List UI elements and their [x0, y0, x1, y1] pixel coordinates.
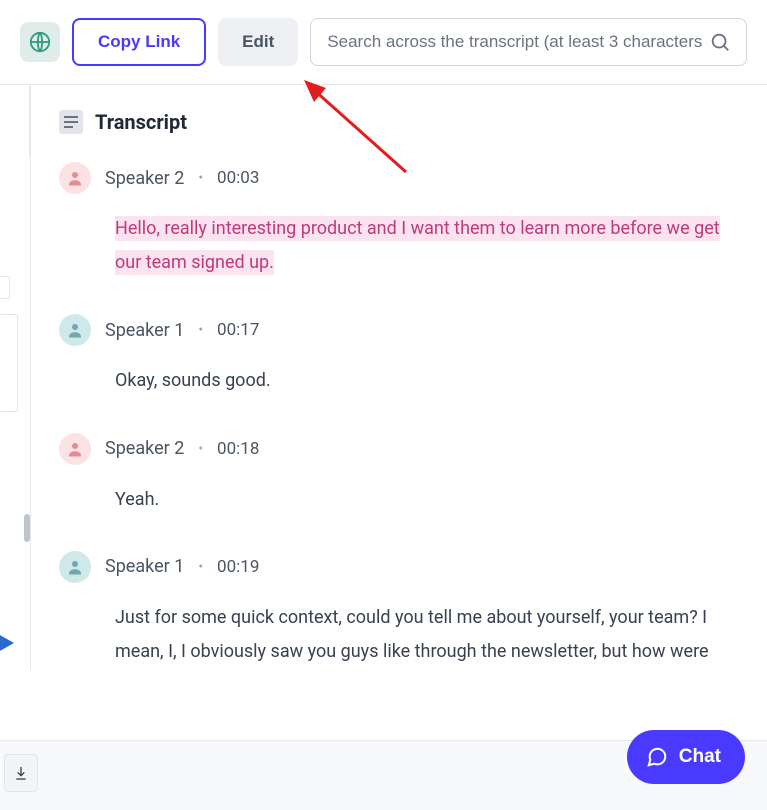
entry-text[interactable]: Just for some quick context, could you t…	[115, 601, 741, 670]
entry-header: Speaker 2 • 00:03	[59, 162, 741, 194]
copy-link-button[interactable]: Copy Link	[72, 18, 206, 66]
timestamp[interactable]: 00:03	[217, 168, 259, 188]
entry-header: Speaker 1 • 00:19	[59, 551, 741, 583]
top-bar: Copy Link Edit	[0, 0, 767, 85]
app-logo	[20, 22, 60, 62]
separator-dot: •	[198, 441, 203, 457]
transcript-panel: Transcript Speaker 2 • 00:03 Hello, really …	[30, 86, 767, 670]
transcript-entry: Speaker 2 • 00:03 Hello, really interesting…	[59, 162, 741, 280]
avatar	[59, 551, 91, 583]
globe-icon	[29, 31, 51, 53]
search-field[interactable]	[310, 18, 747, 66]
transcript-entries: Speaker 2 • 00:03 Hello, really interesting…	[59, 162, 741, 670]
entry-text[interactable]: Yeah.	[115, 483, 741, 517]
search-input[interactable]	[327, 32, 702, 52]
left-rail	[0, 86, 30, 666]
entry-header: Speaker 1 • 00:17	[59, 314, 741, 346]
avatar	[59, 162, 91, 194]
transcript-entry: Speaker 1 • 00:19 Just for some quick conte…	[59, 551, 741, 670]
chat-icon	[645, 745, 669, 769]
speaker-name[interactable]: Speaker 2	[105, 168, 184, 189]
speaker-name[interactable]: Speaker 1	[105, 556, 184, 577]
transcript-icon	[59, 110, 83, 134]
highlighted-text: Hello, really interesting product and I …	[115, 216, 720, 275]
separator-dot: •	[198, 170, 203, 186]
transcript-entry: Speaker 1 • 00:17 Okay, sounds good.	[59, 314, 741, 398]
play-icon	[0, 634, 14, 652]
avatar	[59, 314, 91, 346]
timestamp[interactable]: 00:19	[217, 557, 259, 577]
speaker-name[interactable]: Speaker 1	[105, 320, 184, 341]
entry-header: Speaker 2 • 00:18	[59, 433, 741, 465]
chat-button[interactable]: Chat	[627, 730, 745, 784]
section-title: Transcript	[95, 110, 187, 134]
search-icon[interactable]	[702, 24, 738, 60]
download-button[interactable]	[4, 754, 38, 792]
separator-dot: •	[198, 559, 203, 575]
separator-dot: •	[198, 322, 203, 338]
timestamp[interactable]: 00:18	[217, 439, 259, 459]
chat-label: Chat	[679, 746, 721, 768]
avatar	[59, 433, 91, 465]
speaker-name[interactable]: Speaker 2	[105, 438, 184, 459]
entry-text[interactable]: Okay, sounds good.	[115, 364, 741, 398]
transcript-entry: Speaker 2 • 00:18 Yeah.	[59, 433, 741, 517]
edit-button[interactable]: Edit	[218, 18, 298, 66]
entry-text[interactable]: Hello, really interesting product and I …	[115, 212, 741, 280]
footer: Chat	[0, 670, 767, 810]
timestamp[interactable]: 00:17	[217, 320, 259, 340]
download-icon	[13, 765, 29, 781]
scrollbar-thumb[interactable]	[24, 514, 30, 542]
section-header: Transcript	[59, 110, 741, 134]
